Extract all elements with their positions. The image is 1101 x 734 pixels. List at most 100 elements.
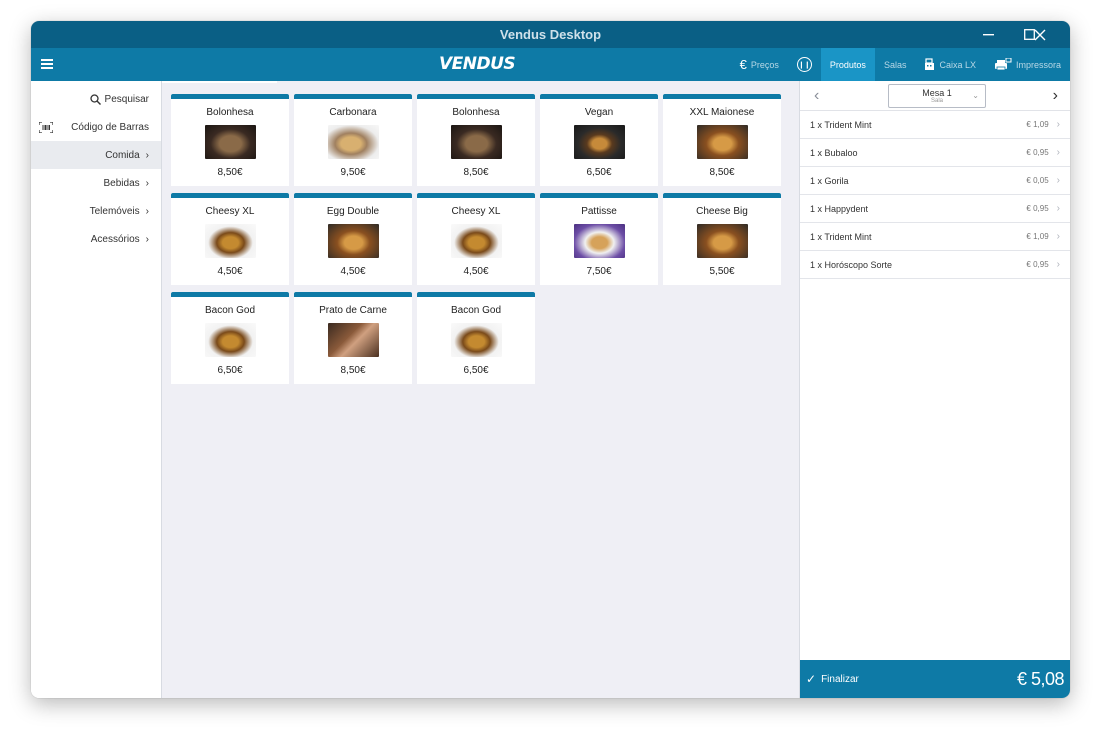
category-comida[interactable]: Comida › <box>31 141 161 169</box>
minimize-icon <box>983 33 994 35</box>
chevron-right-icon: › <box>145 149 149 161</box>
search-button[interactable]: Pesquisar <box>31 85 161 113</box>
product-image <box>696 224 748 258</box>
nav-caixa[interactable]: Caixa LX <box>915 48 985 81</box>
order-item-price: € 0,95 <box>1026 260 1049 269</box>
product-card[interactable]: Egg Double 4,50€ <box>294 193 412 285</box>
category-sidebar: Pesquisar Código de Barras Comida › Bebi… <box>31 81 162 698</box>
product-card[interactable]: Bolonhesa 8,50€ <box>171 94 289 186</box>
order-item-label: 1 x Happydent <box>810 203 869 214</box>
product-card[interactable]: Cheese Big 5,50€ <box>663 193 781 285</box>
nav-label: Produtos <box>829 59 866 70</box>
product-image <box>573 224 625 258</box>
category-label: Bebidas <box>103 177 140 189</box>
table-room: Sala <box>930 98 943 104</box>
window-title: Vendus Desktop <box>499 27 602 42</box>
product-area: Bolonhesa 8,50€ Carbonara 9,50€ Bolonhesa 8,5… <box>162 81 799 698</box>
category-label: Comida <box>105 149 140 161</box>
barcode-label: Código de Barras <box>71 121 149 133</box>
category-label: Telemóveis <box>89 205 140 217</box>
card-accent <box>171 94 289 99</box>
chevron-down-icon: ⌄ <box>972 91 979 100</box>
product-image <box>696 125 748 159</box>
product-card[interactable]: Prato de Carne 8,50€ <box>294 292 412 384</box>
product-price: 4,50€ <box>340 266 366 277</box>
chevron-right-icon: › <box>1056 175 1060 186</box>
product-price: 6,50€ <box>217 365 243 376</box>
product-price: 9,50€ <box>340 167 366 178</box>
order-item[interactable]: 1 x Trident Mint € 1,09 › <box>800 111 1070 139</box>
category-bebidas[interactable]: Bebidas › <box>31 169 161 197</box>
order-item-price: € 0,05 <box>1026 176 1049 185</box>
product-price: 6,50€ <box>463 365 489 376</box>
minimize-button[interactable] <box>968 21 1009 48</box>
cash-register-icon <box>925 58 935 70</box>
search-icon <box>89 93 101 105</box>
nav-impressora[interactable]: Impressora <box>985 48 1070 81</box>
card-accent <box>294 292 412 297</box>
order-item[interactable]: 1 x Bubaloo € 0,95 › <box>800 139 1070 167</box>
nav-pause[interactable]: ❙❙ <box>788 48 821 81</box>
nav-precos[interactable]: € Preços <box>731 48 788 81</box>
product-card[interactable]: Bacon God 6,50€ <box>417 292 535 384</box>
product-card[interactable]: XXL Maionese 8,50€ <box>663 94 781 186</box>
chevron-right-icon: › <box>1056 231 1060 242</box>
order-item-label: 1 x Trident Mint <box>810 231 872 242</box>
order-item-price: € 0,95 <box>1026 204 1049 213</box>
finalize-button[interactable]: ✓ Finalizar € 5,08 <box>800 660 1070 698</box>
chevron-right-icon: › <box>145 205 149 217</box>
product-image <box>204 125 256 159</box>
category-telemoveis[interactable]: Telemóveis › <box>31 197 161 225</box>
product-card[interactable]: Vegan 6,50€ <box>540 94 658 186</box>
card-accent <box>417 193 535 198</box>
product-image <box>450 323 502 357</box>
pause-icon: ❙❙ <box>796 57 812 72</box>
table-selector[interactable]: Mesa 1 Sala ⌄ <box>888 84 986 108</box>
printer-icon <box>994 58 1012 71</box>
product-price: 6,50€ <box>586 167 612 178</box>
card-accent <box>540 94 658 99</box>
category-label: Acessórios <box>90 233 140 245</box>
product-name: Bolonhesa <box>206 107 254 118</box>
check-icon: ✓ <box>806 672 817 686</box>
order-item[interactable]: 1 x Gorila € 0,05 › <box>800 167 1070 195</box>
chevron-left-icon[interactable]: ‹ <box>814 87 819 105</box>
product-card[interactable]: Carbonara 9,50€ <box>294 94 412 186</box>
product-name: Prato de Carne <box>319 305 387 316</box>
nav-produtos[interactable]: Produtos <box>820 48 875 81</box>
order-item[interactable]: 1 x Trident Mint € 1,09 › <box>800 223 1070 251</box>
card-accent <box>294 94 412 99</box>
product-price: 5,50€ <box>709 266 735 277</box>
menu-icon[interactable] <box>41 59 53 69</box>
category-acessorios[interactable]: Acessórios › <box>31 225 161 253</box>
product-image <box>204 323 256 357</box>
chevron-right-icon[interactable]: › <box>1053 87 1058 105</box>
product-price: 8,50€ <box>709 167 735 178</box>
order-item[interactable]: 1 x Happydent € 0,95 › <box>800 195 1070 223</box>
product-card[interactable]: Bacon God 6,50€ <box>171 292 289 384</box>
order-list: 1 x Trident Mint € 1,09 › 1 x Bubaloo € 0,95… <box>800 111 1070 279</box>
product-price: 8,50€ <box>340 365 366 376</box>
card-accent <box>294 193 412 198</box>
product-card[interactable]: Cheesy XL 4,50€ <box>171 193 289 285</box>
product-card[interactable]: Bolonhesa 8,50€ <box>417 94 535 186</box>
barcode-button[interactable]: Código de Barras <box>31 113 161 141</box>
close-button[interactable] <box>1009 21 1070 48</box>
order-item-label: 1 x Horóscopo Sorte <box>810 259 893 270</box>
product-name: Vegan <box>584 107 614 118</box>
chevron-right-icon: › <box>1056 147 1060 158</box>
barcode-icon <box>39 121 53 133</box>
card-accent <box>540 193 658 198</box>
product-image <box>204 224 256 258</box>
order-item[interactable]: 1 x Horóscopo Sorte € 0,95 › <box>800 251 1070 279</box>
order-item-label: 1 x Trident Mint <box>810 119 872 130</box>
nav-salas[interactable]: Salas <box>875 48 916 81</box>
product-card[interactable]: Cheesy XL 4,50€ <box>417 193 535 285</box>
product-image <box>450 224 502 258</box>
nav-label: Caixa LX <box>939 59 976 70</box>
app-window: Vendus Desktop VENDUS € Preços ❙❙ Produt… <box>31 21 1070 698</box>
tab-indicator <box>162 81 277 83</box>
product-card[interactable]: Pattisse 7,50€ <box>540 193 658 285</box>
vendus-logo: VENDUS <box>439 54 516 74</box>
order-header: ‹ Mesa 1 Sala ⌄ › <box>800 81 1070 111</box>
